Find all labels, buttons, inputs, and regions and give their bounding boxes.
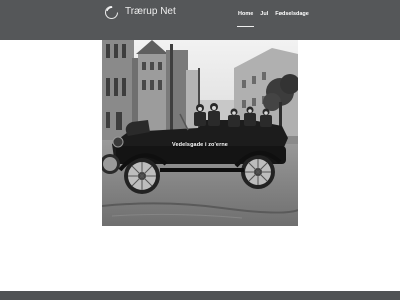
circle-logo-icon [104,5,119,19]
site-brand[interactable]: Trærup Net [104,4,176,20]
site-header: Trærup Net Home Jul Fødselsdage [0,0,400,40]
faint-text-area [140,262,260,272]
nav-item-jul[interactable]: Jul [260,10,268,22]
nav-item-home[interactable]: Home [236,10,255,27]
main-nav: Home Jul Fødselsdage [236,10,309,27]
nav-item-fodselsdage[interactable]: Fødselsdage [275,10,309,22]
hero-caption: Vedelsgade i zo'erne [172,142,228,148]
site-title: Trærup Net [125,6,176,17]
site-footer [0,291,400,300]
vintage-street-photo [102,40,298,226]
hero-section: Vedelsgade i zo'erne [102,40,298,226]
